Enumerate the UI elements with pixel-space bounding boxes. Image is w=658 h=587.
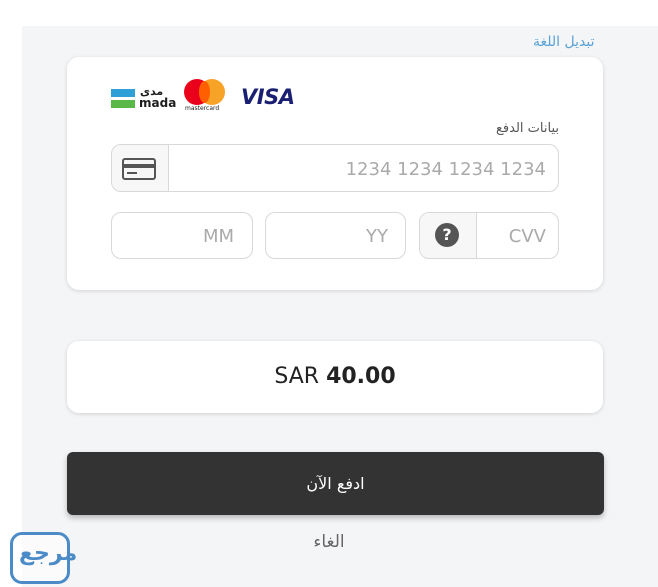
mada-green-stripe — [111, 100, 135, 108]
amount-display: SAR 40.00 — [67, 341, 603, 413]
expiry-month-input[interactable] — [120, 213, 236, 260]
card-icon-box — [112, 145, 169, 191]
amount-currency: SAR — [274, 364, 320, 389]
watermark-glyph: مرجع — [19, 541, 78, 566]
amount-value: 40.00 — [326, 364, 396, 389]
credit-card-icon — [122, 158, 156, 180]
payment-details-card: مدى mada mastercard VISA بيانات الدفع ? — [67, 57, 603, 290]
card-number-input[interactable] — [174, 145, 548, 193]
pay-now-button[interactable]: ادفع الآن — [67, 452, 604, 515]
cvv-help-box[interactable]: ? — [420, 213, 477, 258]
visa-logo: VISA — [241, 85, 295, 109]
payment-details-label: بيانات الدفع — [496, 121, 559, 136]
mastercard-logo: mastercard — [184, 79, 228, 115]
mastercard-overlap — [199, 81, 210, 103]
mada-blue-stripe — [111, 89, 135, 97]
mada-logo-english: mada — [139, 96, 177, 110]
cancel-link[interactable]: الغاء — [0, 532, 658, 552]
cvv-field: ? — [419, 212, 559, 260]
mada-logo: مدى mada — [111, 85, 177, 113]
card-number-field — [111, 144, 559, 193]
language-switch-link[interactable]: تبديل اللغة — [533, 34, 594, 50]
site-watermark-logo: مرجع — [10, 532, 77, 584]
expiry-year-field — [265, 212, 406, 260]
expiry-month-field — [111, 212, 253, 260]
question-mark-icon[interactable]: ? — [435, 223, 459, 247]
expiry-year-input[interactable] — [274, 213, 390, 260]
mastercard-wordmark: mastercard — [185, 105, 220, 112]
cvv-input[interactable] — [480, 213, 548, 260]
